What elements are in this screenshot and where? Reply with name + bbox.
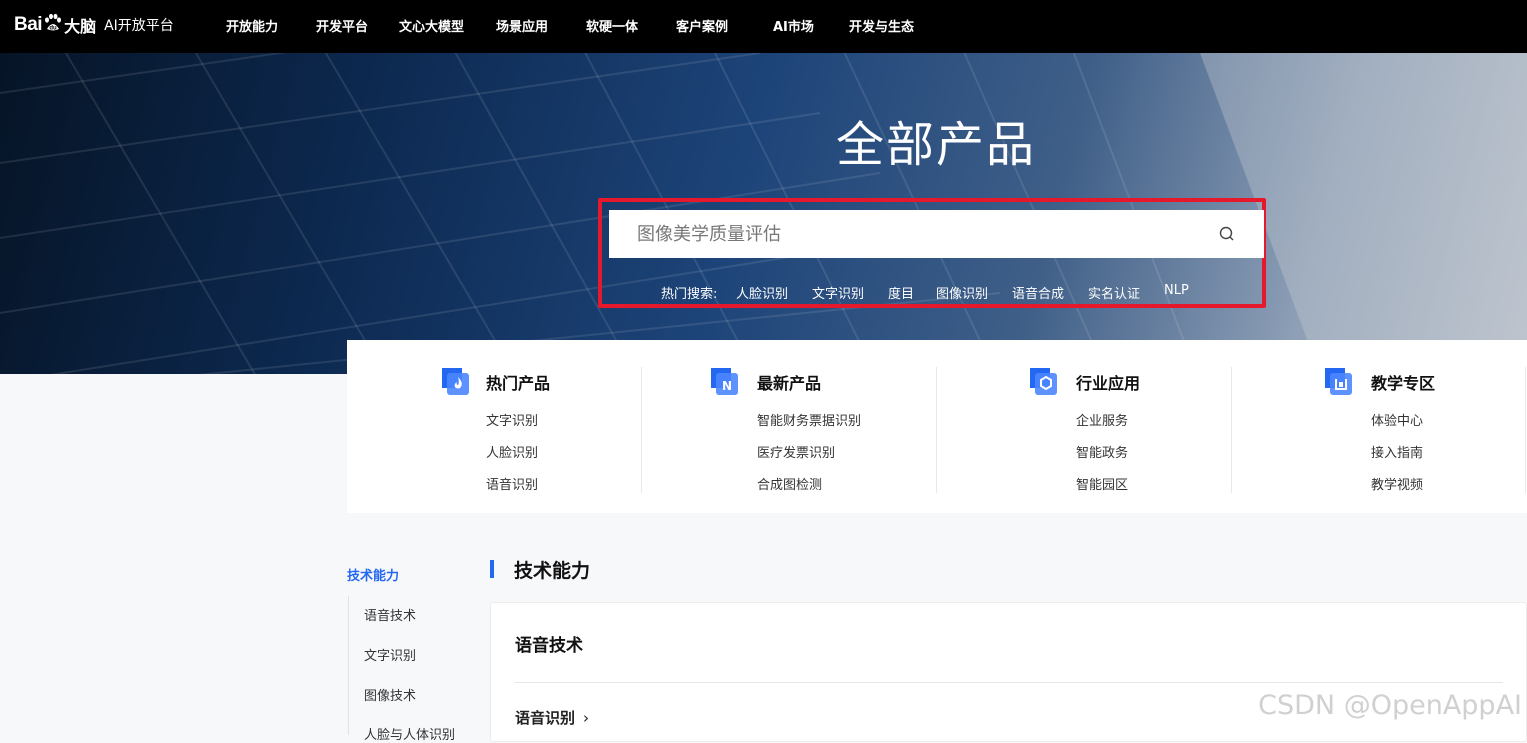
baidu-ai-logo[interactable]: Bai du 大脑 AI开放平台 (14, 8, 174, 42)
search-input[interactable] (635, 222, 1199, 246)
sidebar-item-speech[interactable]: 语音技术 (364, 605, 416, 624)
svg-text:du: du (49, 26, 57, 32)
hot-link-dumu[interactable]: 度目 (888, 283, 914, 302)
section-title: 技术能力 (514, 560, 591, 582)
hot-link-image[interactable]: 图像识别 (936, 283, 988, 302)
hexagon-icon (1030, 368, 1057, 395)
category-link[interactable]: 语音识别 (486, 474, 538, 493)
nav-item-wenxin[interactable]: 文心大模型 (399, 16, 464, 35)
nav-item-dev-platform[interactable]: 开发平台 (316, 16, 368, 35)
speech-tech-card: 语音技术 语音识别 › (490, 602, 1527, 742)
sidebar-guide-line (348, 596, 349, 735)
paw-icon: du (43, 13, 63, 37)
category-title-industry: 行业应用 (1076, 374, 1141, 393)
section-accent-bar (490, 560, 494, 578)
logo-brand-text: Bai (14, 14, 43, 35)
hot-link-nlp[interactable]: NLP (1164, 283, 1189, 298)
watermark: CSDN @OpenAppAI (1258, 690, 1522, 721)
nav-item-ai-market[interactable]: AI市场 (773, 16, 814, 35)
page-title: 全部产品 (835, 117, 1036, 173)
book-icon (1325, 368, 1352, 395)
sidebar-item-image[interactable]: 图像技术 (364, 685, 416, 704)
category-link[interactable]: 文字识别 (486, 410, 538, 429)
column-divider (1525, 367, 1526, 493)
category-link[interactable]: 智能园区 (1076, 474, 1128, 493)
sidebar-item-ocr[interactable]: 文字识别 (364, 645, 416, 664)
card-title: 语音技术 (515, 636, 583, 656)
logo-brand-suffix: 大脑 (64, 17, 97, 36)
speech-recognition-link[interactable]: 语音识别 › (515, 707, 589, 728)
category-link[interactable]: 医疗发票识别 (757, 442, 835, 461)
search-bar (609, 210, 1264, 258)
hero-banner: 全部产品 热门搜索: 人脸识别 文字识别 度目 图像识别 语音合成 实名认证 N… (0, 53, 1527, 374)
hot-search-label: 热门搜索: (661, 287, 718, 302)
nav-item-open-capability[interactable]: 开放能力 (226, 16, 278, 35)
chevron-right-icon: › (583, 709, 590, 727)
nav-item-scene-apps[interactable]: 场景应用 (496, 16, 548, 35)
search-icon[interactable] (1218, 225, 1236, 243)
sidebar-item-face-body[interactable]: 人脸与人体识别 (364, 724, 455, 743)
column-divider (1231, 367, 1232, 493)
category-link[interactable]: 合成图检测 (757, 474, 822, 493)
hot-link-realname[interactable]: 实名认证 (1088, 283, 1140, 302)
nav-item-cases[interactable]: 客户案例 (676, 16, 728, 35)
category-title-hot: 热门产品 (486, 374, 551, 393)
category-link[interactable]: 智能政务 (1076, 442, 1128, 461)
new-icon: N (711, 368, 738, 395)
top-navigation-bar: Bai du 大脑 AI开放平台 开放能力 开发平台 文心大模型 场景应用 软硬… (0, 0, 1527, 53)
hot-link-face[interactable]: 人脸识别 (736, 283, 788, 302)
card-divider (515, 682, 1503, 683)
column-divider (641, 367, 642, 493)
column-divider (936, 367, 937, 493)
category-title-new: 最新产品 (757, 374, 822, 393)
svg-text:N: N (722, 379, 732, 393)
nav-item-hardware[interactable]: 软硬一体 (586, 16, 638, 35)
nav-item-ecosystem[interactable]: 开发与生态 (849, 16, 914, 35)
category-link[interactable]: 人脸识别 (486, 442, 538, 461)
category-title-teaching: 教学专区 (1371, 374, 1436, 393)
category-panel: 热门产品 文字识别 人脸识别 语音识别 N 最新产品 智能财务票据识别 医疗发票… (347, 340, 1527, 513)
category-link[interactable]: 接入指南 (1371, 442, 1423, 461)
hot-link-ocr[interactable]: 文字识别 (812, 283, 864, 302)
sidebar-item-tech-capability[interactable]: 技术能力 (347, 565, 399, 584)
category-link[interactable]: 智能财务票据识别 (757, 410, 861, 429)
category-link[interactable]: 教学视频 (1371, 474, 1423, 493)
speech-recognition-label: 语音识别 (515, 709, 576, 727)
hot-link-tts[interactable]: 语音合成 (1012, 283, 1064, 302)
category-link[interactable]: 体验中心 (1371, 410, 1423, 429)
logo-platform-text: AI开放平台 (104, 18, 174, 34)
flame-icon (442, 368, 469, 395)
category-link[interactable]: 企业服务 (1076, 410, 1128, 429)
